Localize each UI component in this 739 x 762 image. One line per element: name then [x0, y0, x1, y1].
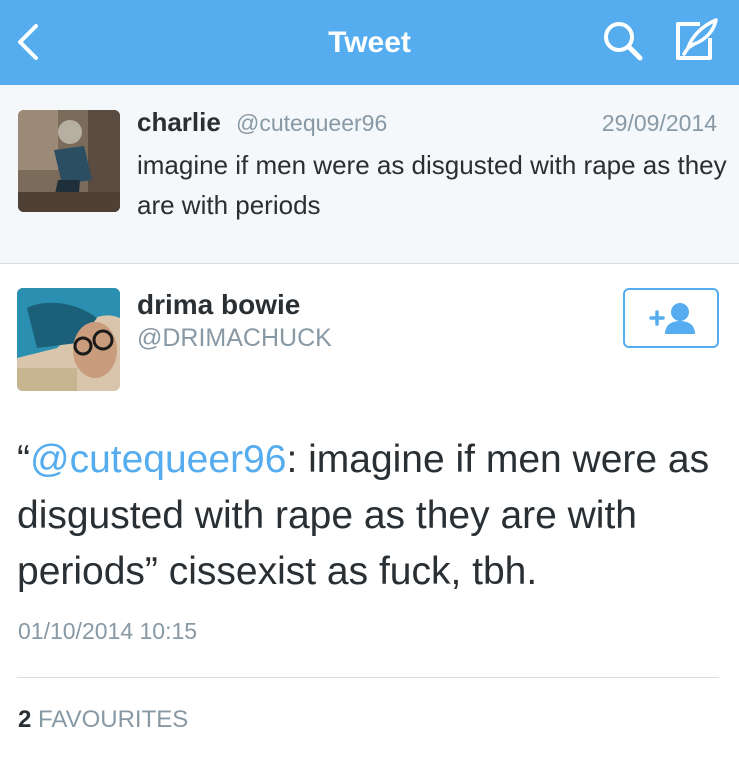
- avatar-photo: [17, 288, 120, 391]
- follow-user-icon: [649, 303, 695, 334]
- avatar-photo: [18, 110, 120, 212]
- follow-button[interactable]: [623, 288, 719, 348]
- mention-link[interactable]: @cutequeer96: [30, 438, 286, 481]
- author-handle[interactable]: @DRIMACHUCK: [137, 324, 332, 353]
- favourites-label: FAVOURITES: [38, 706, 189, 733]
- quoted-author-handle[interactable]: @cutequeer96: [236, 110, 387, 137]
- favourites-link[interactable]: 2 FAVOURITES: [18, 706, 188, 734]
- quoted-tweet[interactable]: charlie @cutequeer96 29/09/2014 imagine …: [0, 85, 739, 264]
- tweet-timestamp: 01/10/2014 10:15: [18, 618, 198, 644]
- quoted-author-name[interactable]: charlie: [137, 107, 221, 138]
- avatar[interactable]: [17, 288, 120, 391]
- favourites-count: 2: [18, 706, 32, 733]
- avatar[interactable]: [18, 110, 120, 212]
- tweet-text: “@cutequeer96: imagine if men were as di…: [17, 432, 717, 600]
- nav-bar: Tweet: [0, 0, 739, 85]
- compose-icon[interactable]: [672, 16, 722, 64]
- quoted-text: imagine if men were as disgusted with ra…: [137, 150, 727, 220]
- author-name[interactable]: drima bowie: [137, 289, 300, 321]
- search-icon[interactable]: [600, 18, 646, 64]
- divider: [17, 677, 719, 678]
- open-quote: “: [17, 438, 30, 481]
- quoted-date: 29/09/2014: [601, 110, 717, 136]
